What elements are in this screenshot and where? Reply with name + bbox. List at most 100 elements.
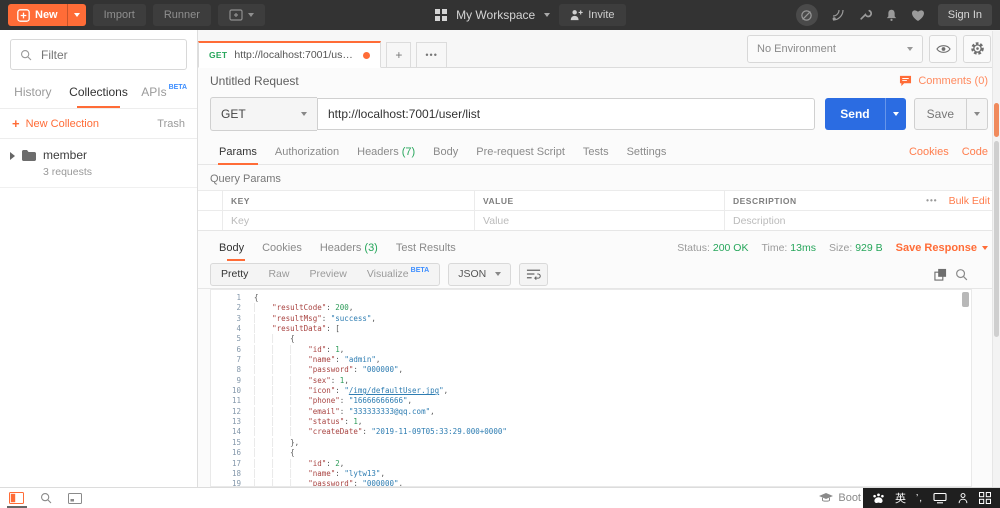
main-scrollbar-thumb-orange[interactable]	[994, 103, 999, 137]
add-tab-button[interactable]: +	[386, 42, 411, 68]
tab-tests[interactable]: Tests	[574, 139, 618, 164]
code-line: "sex": 1,	[254, 376, 971, 386]
bell-icon[interactable]	[885, 8, 898, 22]
request-title[interactable]: Untitled Request	[210, 74, 299, 88]
code-line: "id": 1,	[254, 345, 971, 355]
invite-button-label: Invite	[588, 9, 614, 21]
plus-icon: +	[12, 117, 20, 130]
tab-apis[interactable]: APIsBETA	[131, 75, 197, 108]
workspace-selector[interactable]: My Workspace	[456, 8, 535, 22]
view-mode-pretty[interactable]: Pretty	[211, 264, 258, 285]
view-mode-preview[interactable]: Preview	[299, 264, 356, 285]
code-token: ,	[340, 459, 345, 468]
code-token: :	[340, 407, 349, 416]
caret-down-icon	[982, 246, 988, 250]
new-collection-button[interactable]: + New Collection	[12, 117, 99, 130]
tab-test-results[interactable]: Test Results	[387, 235, 465, 260]
tab-params[interactable]: Params	[210, 139, 266, 164]
tab-authorization[interactable]: Authorization	[266, 139, 348, 164]
tab-pre-request-script[interactable]: Pre-request Script	[467, 139, 574, 164]
tab-headers[interactable]: Headers(7)	[348, 139, 424, 164]
code-link[interactable]: Code	[962, 146, 988, 158]
code-line-number: 2	[211, 303, 241, 313]
view-mode-visualize[interactable]: VisualizeBETA	[357, 264, 439, 285]
main-scrollbar[interactable]	[992, 31, 1000, 487]
comments-button[interactable]: Comments (0)	[899, 75, 988, 87]
tab-body[interactable]: Body	[424, 139, 467, 164]
sign-in-button[interactable]: Sign In	[938, 4, 992, 26]
code-line: "createDate": "2019-11-09T05:33:29.000+0…	[254, 427, 971, 437]
description-input[interactable]: Description	[724, 211, 880, 230]
ime-punctuation-toggle[interactable]: ’,	[916, 493, 923, 504]
tab-settings[interactable]: Settings	[618, 139, 676, 164]
code-token: "createDate"	[308, 427, 362, 436]
url-input[interactable]	[317, 98, 815, 130]
save-button[interactable]: Save	[915, 99, 966, 129]
content-pane: GET http://localhost:7001/user/list + ••…	[198, 30, 1000, 487]
copy-button[interactable]	[934, 268, 947, 281]
save-dropdown-button[interactable]	[966, 99, 987, 129]
tab-history[interactable]: History	[0, 75, 66, 108]
save-response-button[interactable]: Save Response	[896, 242, 988, 254]
new-button[interactable]: New	[8, 4, 86, 26]
caret-right-icon[interactable]	[10, 152, 15, 160]
tab-response-body[interactable]: Body	[219, 235, 253, 260]
invite-button[interactable]: Invite	[559, 4, 625, 26]
satellite-icon[interactable]	[831, 8, 845, 22]
value-input[interactable]: Value	[474, 211, 724, 230]
response-body-viewer[interactable]: 1234567891011121314151617181920 { "resul…	[210, 289, 972, 487]
console-button[interactable]	[68, 493, 82, 504]
postman-window: New Import Runner My Workspace Invite	[0, 0, 1000, 508]
ime-person-icon[interactable]	[957, 492, 969, 504]
tab-collections[interactable]: Collections	[66, 75, 132, 108]
runner-button[interactable]: Runner	[153, 4, 211, 26]
request-tab[interactable]: GET http://localhost:7001/user/list	[198, 41, 381, 68]
wrap-lines-button[interactable]	[519, 263, 548, 286]
tab-response-cookies[interactable]: Cookies	[253, 235, 311, 260]
heart-icon[interactable]	[911, 9, 925, 22]
bootcamp-button[interactable]: Boot	[819, 492, 861, 504]
params-more-button[interactable]: •••	[926, 196, 937, 205]
time-value: 13ms	[790, 242, 816, 254]
environment-settings-button[interactable]	[963, 35, 991, 63]
collection-item-member[interactable]: member 3 requests	[0, 139, 197, 188]
code-token: "lytw13"	[344, 469, 380, 478]
tab-response-headers[interactable]: Headers(3)	[311, 235, 387, 260]
trash-button[interactable]: Trash	[157, 118, 185, 130]
environment-selector[interactable]: No Environment	[747, 35, 923, 63]
response-format-dropdown[interactable]: JSON	[448, 263, 511, 286]
method-dropdown[interactable]: GET	[210, 97, 317, 131]
new-dropdown-button[interactable]	[67, 4, 86, 26]
view-mode-raw[interactable]: Raw	[258, 264, 299, 285]
column-header-value: VALUE	[474, 191, 724, 210]
toggle-sidebar-button[interactable]	[9, 488, 24, 508]
new-window-button[interactable]	[218, 4, 265, 26]
bulk-edit-link[interactable]: Bulk Edit	[949, 195, 990, 207]
json-link[interactable]: /img/defaultUser.jpg	[349, 386, 439, 395]
search-response-button[interactable]	[955, 268, 968, 281]
tab-options-button[interactable]: •••	[416, 42, 446, 68]
code-token: "email"	[308, 407, 340, 416]
code-line-number: 7	[211, 355, 241, 365]
code-scrollbar-thumb[interactable]	[962, 292, 969, 307]
main-scrollbar-thumb[interactable]	[994, 141, 999, 337]
ime-keyboard-icon[interactable]	[933, 492, 947, 504]
code-line-number: 5	[211, 334, 241, 344]
code-token: "password"	[308, 365, 353, 374]
send-button[interactable]: Send	[825, 98, 884, 130]
environment-quick-look-button[interactable]	[929, 35, 957, 63]
comments-label: Comments (0)	[918, 75, 988, 87]
code-line-number: 4	[211, 324, 241, 334]
find-button[interactable]	[40, 492, 52, 504]
ime-toolbox-grid-icon[interactable]	[979, 492, 991, 504]
response-toolbar: Pretty Raw Preview VisualizeBETA JSON	[198, 260, 1000, 289]
filter-input[interactable]	[39, 47, 177, 63]
wrench-icon[interactable]	[858, 8, 872, 22]
key-input[interactable]: Key	[222, 211, 474, 230]
cookies-link[interactable]: Cookies	[909, 146, 949, 158]
ime-paw-icon[interactable]	[872, 492, 885, 504]
import-button[interactable]: Import	[93, 4, 146, 26]
send-dropdown-button[interactable]	[885, 98, 906, 130]
sync-off-button[interactable]	[796, 4, 818, 26]
ime-language-toggle[interactable]: 英	[895, 490, 906, 506]
